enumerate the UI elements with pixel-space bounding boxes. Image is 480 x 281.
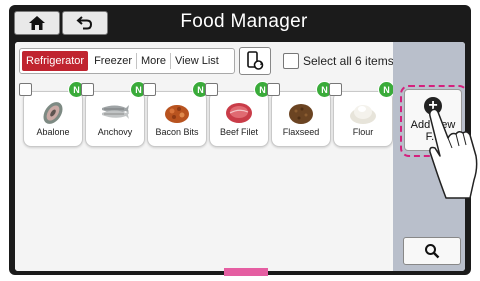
device-frame: Food Manager Refrigerator Freezer More V…	[9, 5, 471, 275]
search-button[interactable]	[403, 237, 461, 265]
food-item-beef-filet[interactable]: Beef Filet N	[205, 81, 271, 150]
food-card[interactable]: Flaxseed	[271, 91, 331, 147]
tab-freezer[interactable]: Freezer	[90, 49, 136, 73]
flour-icon	[350, 105, 376, 124]
food-item-flaxseed[interactable]: Flaxseed N	[267, 81, 333, 150]
item-checkbox[interactable]	[205, 83, 218, 96]
phone-sync-button[interactable]	[239, 47, 271, 75]
item-checkbox[interactable]	[19, 83, 32, 96]
food-label: Anchovy	[97, 127, 133, 137]
food-card[interactable]: Anchovy	[85, 91, 145, 147]
page-indicator	[224, 268, 268, 276]
abalone-icon	[43, 102, 63, 124]
anchovy-icon	[102, 105, 129, 119]
food-item-abalone[interactable]: Abalone N	[19, 81, 85, 150]
item-checkbox[interactable]	[329, 83, 342, 96]
item-checkbox[interactable]	[81, 83, 94, 96]
item-checkbox[interactable]	[267, 83, 280, 96]
food-item-flour[interactable]: Flour N	[329, 81, 395, 150]
select-all-label: Select all 6 items	[303, 54, 394, 68]
storage-tabs: Refrigerator Freezer More View List	[19, 48, 235, 74]
tab-refrigerator[interactable]: Refrigerator	[22, 51, 89, 71]
beef-filet-icon	[226, 103, 252, 123]
item-checkbox[interactable]	[143, 83, 156, 96]
select-all[interactable]: Select all 6 items	[283, 53, 394, 69]
top-bar: Food Manager	[9, 5, 471, 39]
home-icon	[29, 16, 45, 30]
food-card[interactable]: Flour	[333, 91, 393, 147]
pointing-hand-icon	[429, 108, 478, 199]
phone-sync-icon	[247, 51, 264, 70]
tab-view-list[interactable]: View List	[171, 49, 223, 73]
food-item-bacon-bits[interactable]: Bacon Bits N	[143, 81, 209, 150]
select-all-checkbox[interactable]	[283, 53, 299, 69]
food-card[interactable]: Abalone	[23, 91, 83, 147]
main-screen: Refrigerator Freezer More View List Sele…	[15, 42, 465, 271]
search-icon	[425, 244, 440, 259]
food-label: Flour	[352, 127, 374, 137]
food-label: Flaxseed	[282, 127, 320, 137]
food-label: Bacon Bits	[155, 127, 199, 137]
food-card[interactable]: Bacon Bits	[147, 91, 207, 147]
food-item-anchovy[interactable]: Anchovy N	[81, 81, 147, 150]
home-button[interactable]	[14, 11, 60, 35]
back-button[interactable]	[62, 11, 108, 35]
tab-more[interactable]: More	[137, 49, 170, 73]
food-label: Abalone	[36, 127, 70, 137]
food-list-pane: Refrigerator Freezer More View List Sele…	[15, 42, 395, 271]
food-card[interactable]: Beef Filet	[209, 91, 269, 147]
flaxseed-icon	[289, 104, 313, 124]
food-label: Beef Filet	[219, 127, 259, 137]
bacon-bits-icon	[165, 105, 189, 123]
back-arrow-icon	[76, 16, 93, 30]
page-title: Food Manager	[180, 11, 308, 32]
